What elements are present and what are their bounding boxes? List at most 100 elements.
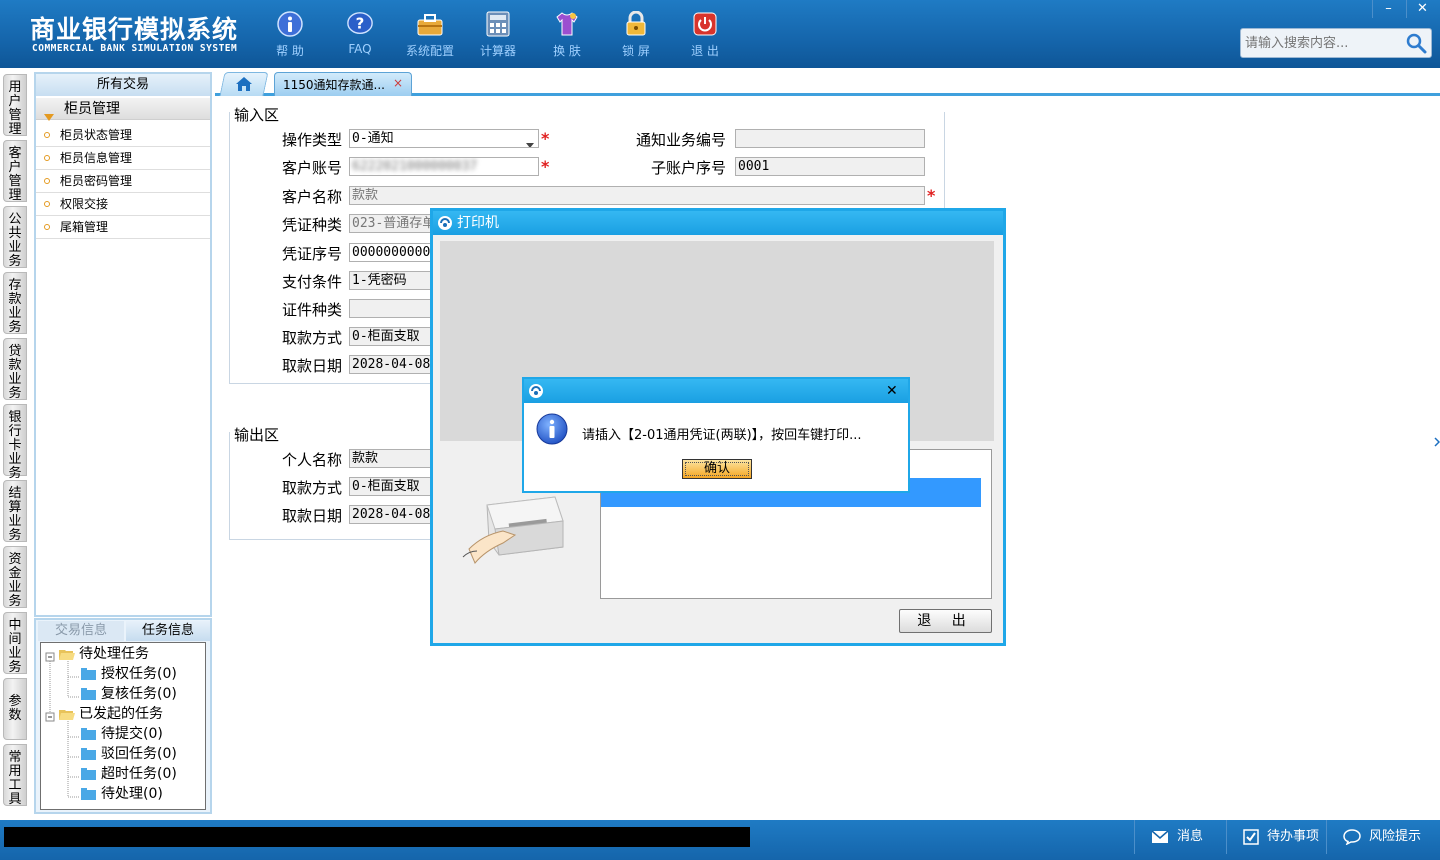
search-input[interactable] bbox=[1245, 34, 1405, 52]
tab-close-icon[interactable]: × bbox=[393, 76, 403, 90]
status-bar: 消息 待办事项 风险提示 bbox=[0, 820, 1440, 860]
sidebar-item-teller-password[interactable]: 柜员密码管理 bbox=[36, 170, 210, 193]
sidebar-group-teller-mgmt[interactable]: 柜员管理 bbox=[36, 98, 210, 121]
sidebar-item-label: 权限交接 bbox=[60, 197, 109, 211]
voucher-type-field[interactable]: 023-普通存单 bbox=[349, 214, 433, 233]
sidebar-item-label: 尾箱管理 bbox=[60, 220, 109, 234]
vtab-settlement-business[interactable]: 结算业务 bbox=[3, 480, 27, 543]
message-dialog: ✕ 请插入【2-01通用凭证(两联)】，按回车键打印... 确认 bbox=[522, 377, 910, 493]
sidebar-item-cash-box[interactable]: 尾箱管理 bbox=[36, 216, 210, 239]
info-icon bbox=[276, 10, 304, 38]
account-label: 客户账号 bbox=[281, 159, 342, 177]
chevron-right-icon bbox=[1434, 437, 1440, 447]
vtab-customer-mgmt[interactable]: 客户管理 bbox=[3, 140, 27, 203]
tree-auth-tasks[interactable]: 授权任务(0) bbox=[81, 664, 177, 684]
account-field[interactable]: 6222021000000037 bbox=[349, 157, 539, 176]
vtab-public-business[interactable]: 公共业务 bbox=[3, 206, 27, 269]
settings-label: 系统配置 bbox=[405, 44, 454, 58]
required-marker: * bbox=[541, 129, 550, 148]
app-title: 商业银行模拟系统 bbox=[30, 15, 239, 44]
home-icon[interactable] bbox=[235, 76, 253, 96]
right-panel-handle[interactable] bbox=[1433, 422, 1440, 462]
sidebar-item-label: 柜员信息管理 bbox=[60, 151, 133, 165]
todo-button[interactable]: 待办事项 bbox=[1226, 820, 1326, 854]
vtab-loan-business[interactable]: 贷款业务 bbox=[3, 338, 27, 401]
checkbox-icon bbox=[1243, 829, 1259, 845]
withdraw-field[interactable]: 0-柜面支取 bbox=[349, 327, 433, 346]
sub-account-label: 子账户序号 bbox=[650, 159, 726, 177]
cust-name-field[interactable]: 款款 bbox=[349, 186, 925, 205]
tree-review-tasks[interactable]: 复核任务(0) bbox=[81, 684, 177, 704]
sub-account-field[interactable]: 0001 bbox=[735, 157, 925, 176]
sidebar-title[interactable]: 所有交易 bbox=[36, 74, 210, 96]
out-withdraw-label: 取款方式 bbox=[281, 479, 342, 497]
tree-initiated-tasks[interactable]: 已发起的任务 bbox=[59, 704, 163, 724]
bullet-icon bbox=[44, 178, 50, 184]
close-window-button[interactable]: ✕ bbox=[1406, 0, 1438, 18]
svg-text:?: ? bbox=[356, 15, 365, 33]
folder-icon bbox=[81, 687, 96, 700]
message-dialog-titlebar[interactable] bbox=[524, 379, 908, 403]
mail-icon bbox=[1151, 830, 1169, 843]
id-type-field[interactable] bbox=[349, 299, 433, 318]
app-subtitle: COMMERCIAL BANK SIMULATION SYSTEM bbox=[32, 43, 238, 54]
tree-rejected-tasks[interactable]: 驳回任务(0) bbox=[81, 744, 177, 764]
bullet-icon bbox=[44, 201, 50, 207]
message-close-icon[interactable]: ✕ bbox=[886, 383, 898, 399]
tree-label: 待提交(0) bbox=[101, 726, 163, 742]
date-field[interactable]: 2028-04-08 bbox=[349, 355, 433, 374]
chat-bubble-icon bbox=[1343, 829, 1361, 845]
faq-button[interactable]: ? FAQ bbox=[328, 8, 392, 62]
lock-icon bbox=[622, 10, 650, 38]
faq-label: FAQ bbox=[348, 42, 372, 56]
skin-button[interactable]: 换 肤 bbox=[535, 8, 599, 62]
printer-dialog-titlebar[interactable]: 打印机 bbox=[433, 211, 1003, 235]
messages-button[interactable]: 消息 bbox=[1134, 820, 1226, 854]
lock-button[interactable]: 锁 屏 bbox=[604, 8, 668, 62]
lock-label: 锁 屏 bbox=[622, 44, 650, 58]
confirm-button[interactable]: 确认 bbox=[682, 459, 752, 479]
app-header: 商业银行模拟系统 COMMERCIAL BANK SIMULATION SYST… bbox=[0, 0, 1440, 68]
search-box bbox=[1240, 28, 1432, 58]
task-panel: 交易信息 任务信息 待处理任务 授权任务(0) 复核任务(0) 已发起的任务 待… bbox=[34, 618, 212, 814]
tab-task-info[interactable]: 任务信息 bbox=[126, 621, 210, 641]
sidebar-item-teller-info[interactable]: 柜员信息管理 bbox=[36, 147, 210, 170]
risk-alert-button[interactable]: 风险提示 bbox=[1326, 820, 1440, 854]
calculator-button[interactable]: 计算器 bbox=[466, 8, 530, 62]
settings-button[interactable]: 系统配置 bbox=[398, 8, 462, 62]
exit-app-button[interactable]: 退 出 bbox=[673, 8, 737, 62]
vtab-intermediary-business[interactable]: 中间业务 bbox=[3, 612, 27, 675]
vtab-deposit-business[interactable]: 存款业务 bbox=[3, 272, 27, 335]
tree-label: 复核任务(0) bbox=[101, 686, 177, 702]
tree-label: 授权任务(0) bbox=[101, 666, 177, 682]
question-icon: ? bbox=[346, 10, 374, 38]
minimize-button[interactable]: – bbox=[1372, 0, 1404, 18]
tree-pending-tasks[interactable]: 待处理任务 bbox=[59, 644, 149, 664]
vtab-user-mgmt[interactable]: 用户管理 bbox=[3, 74, 27, 137]
notice-no-field[interactable] bbox=[735, 129, 925, 148]
printer-icon bbox=[459, 491, 569, 575]
calculator-label: 计算器 bbox=[479, 44, 516, 58]
op-type-select[interactable]: 0-通知 bbox=[349, 129, 539, 148]
tree-timeout-tasks[interactable]: 超时任务(0) bbox=[81, 764, 177, 784]
vtab-card-business[interactable]: 银行卡业务 bbox=[3, 404, 27, 481]
search-icon[interactable] bbox=[1405, 32, 1427, 54]
tab-transaction-info[interactable]: 交易信息 bbox=[38, 621, 124, 641]
vtab-fund-business[interactable]: 资金业务 bbox=[3, 546, 27, 609]
notice-no-label: 通知业务编号 bbox=[636, 131, 727, 149]
tree-label: 待处理任务 bbox=[79, 646, 149, 662]
help-label: 帮 助 bbox=[276, 44, 304, 58]
sidebar-item-permission-handover[interactable]: 权限交接 bbox=[36, 193, 210, 216]
power-icon bbox=[691, 10, 719, 38]
tab-notice-deposit[interactable]: 1150通知存款通... × bbox=[274, 72, 412, 96]
folder-icon bbox=[81, 787, 96, 800]
help-button[interactable]: 帮 助 bbox=[258, 8, 322, 62]
sidebar-item-teller-status[interactable]: 柜员状态管理 bbox=[36, 124, 210, 147]
vtab-parameters[interactable]: 参数 bbox=[3, 678, 27, 740]
tree-to-process[interactable]: 待处理(0) bbox=[81, 784, 163, 804]
tree-to-submit[interactable]: 待提交(0) bbox=[81, 724, 163, 744]
voucher-no-field[interactable]: 00000000000 bbox=[349, 243, 433, 262]
vtab-common-tools[interactable]: 常用工具 bbox=[3, 744, 27, 807]
printer-exit-button[interactable]: 退 出 bbox=[899, 609, 992, 633]
pay-cond-field[interactable]: 1-凭密码 bbox=[349, 271, 433, 290]
